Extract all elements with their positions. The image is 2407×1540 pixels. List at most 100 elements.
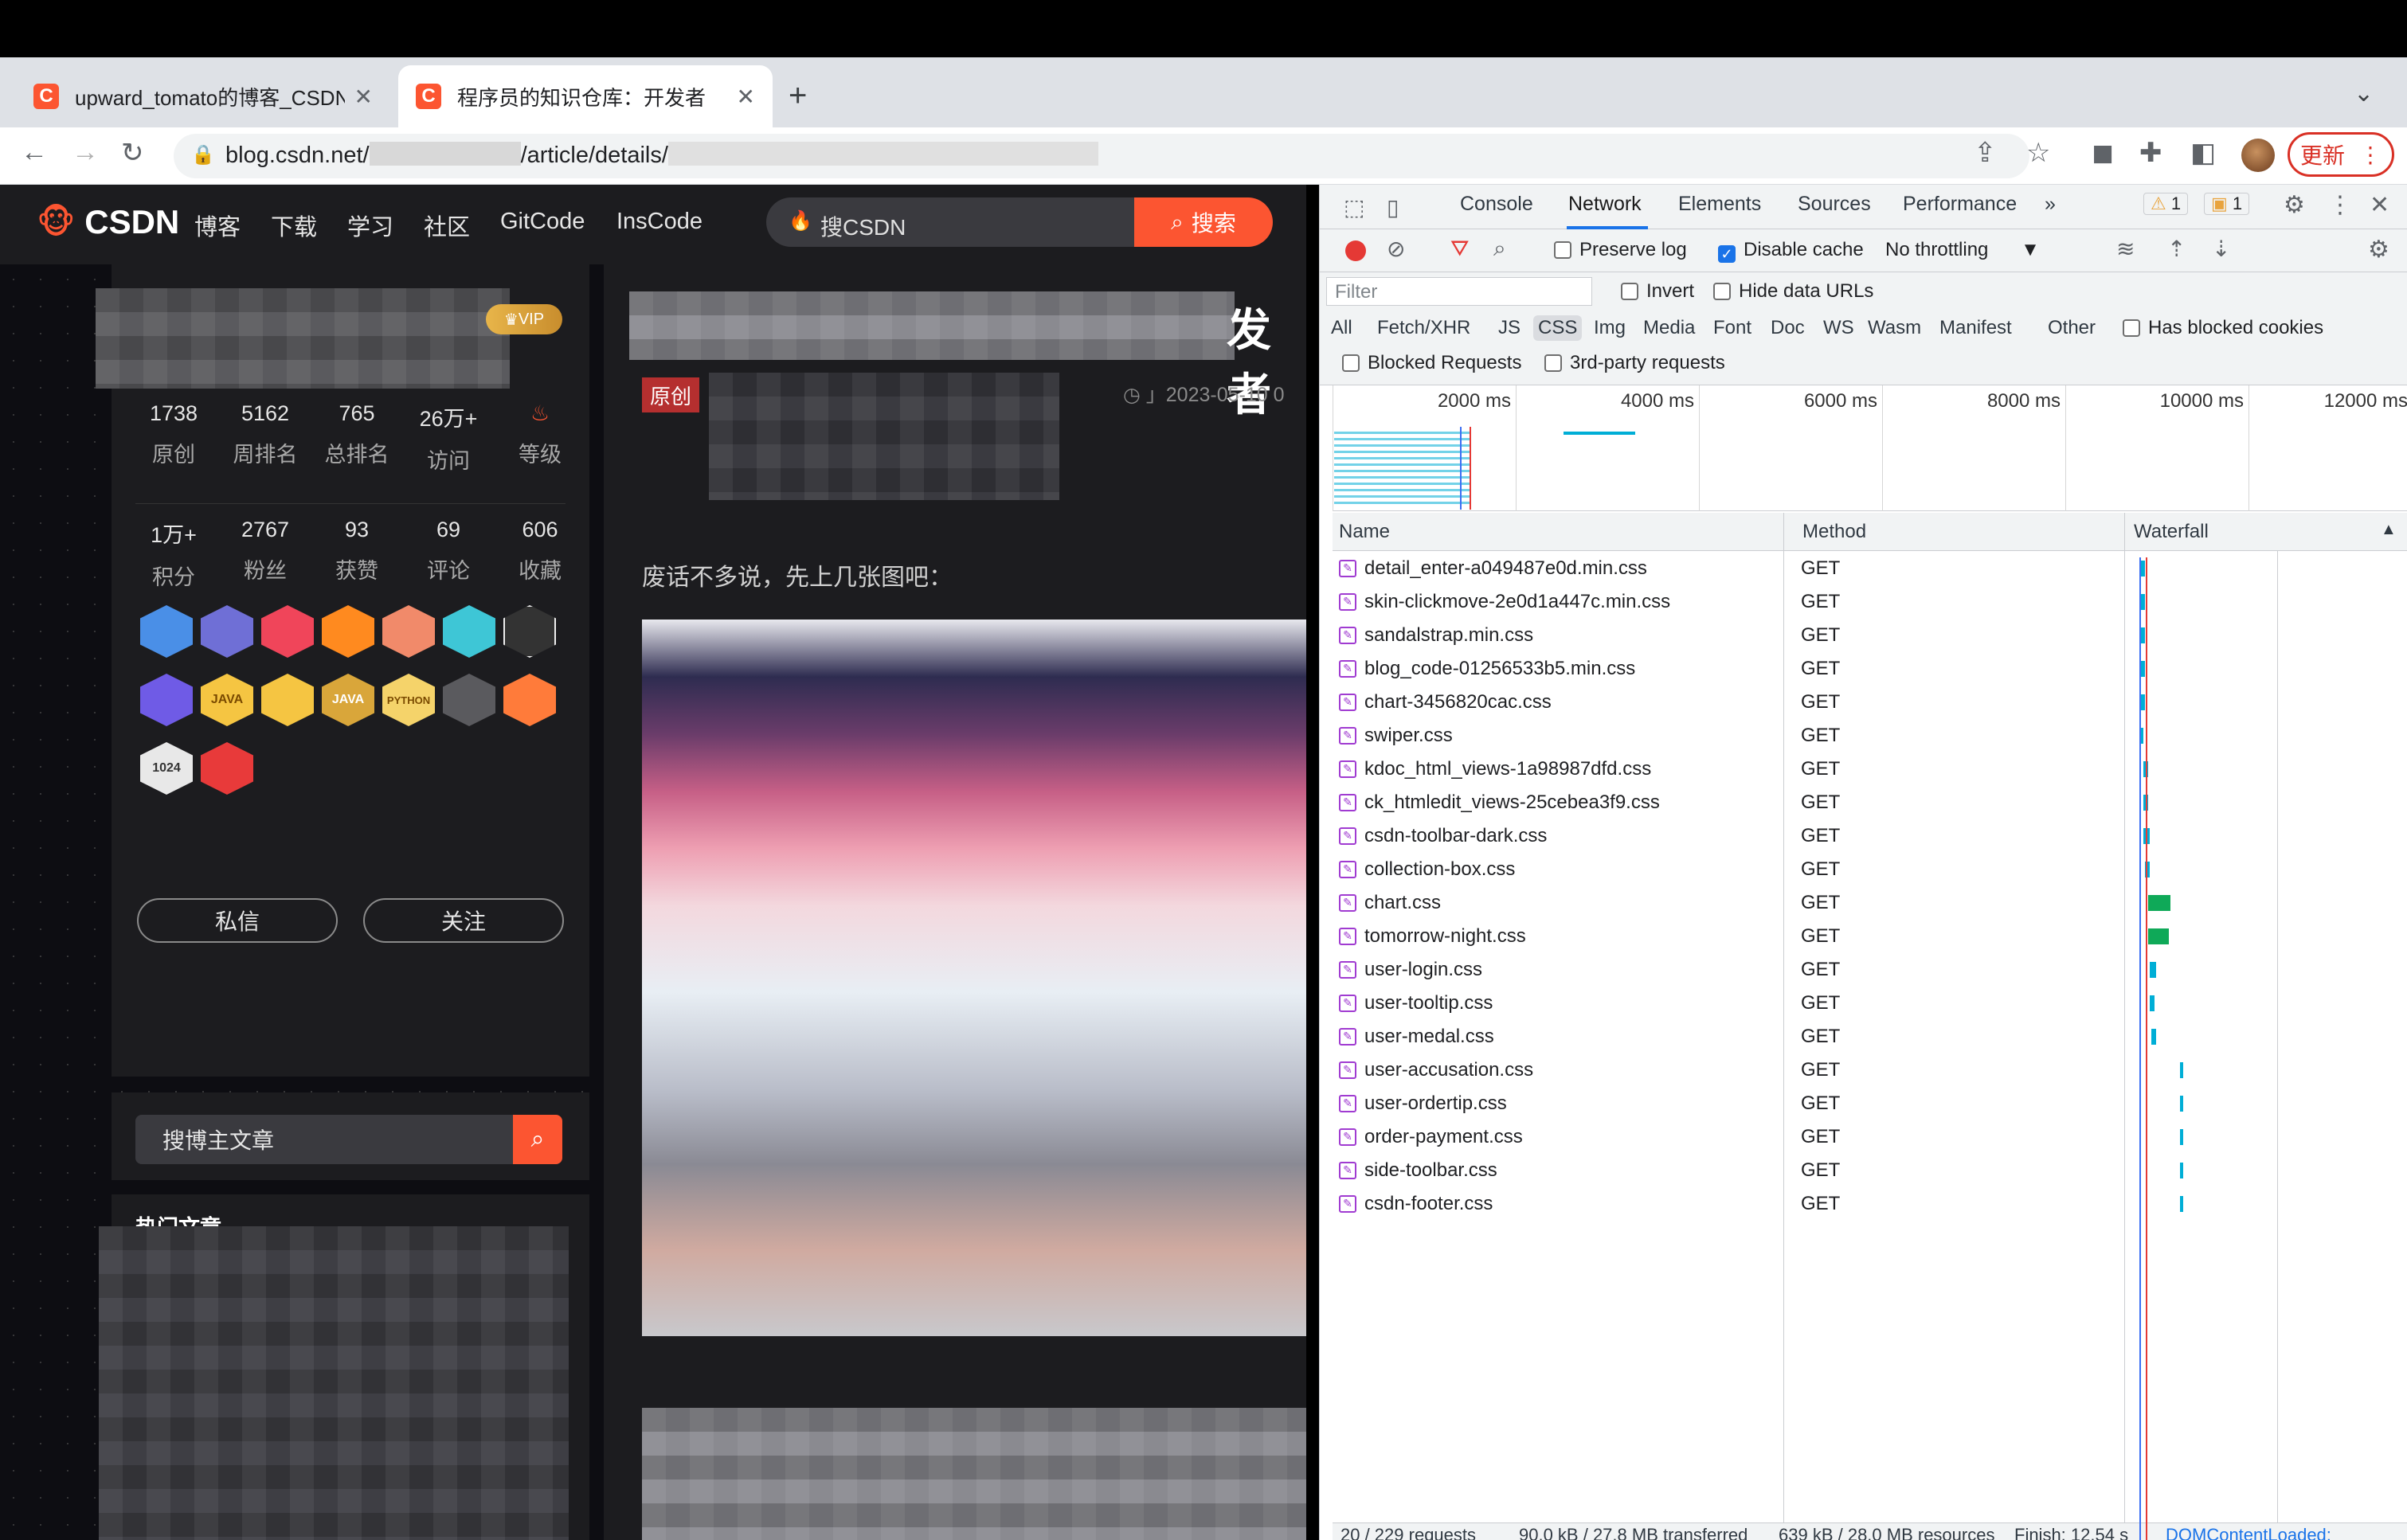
extensions-puzzle-icon[interactable]: ✚ [2139,137,2162,169]
request-row[interactable]: ✎ chart-3456820cac.css GET [1333,685,2407,718]
lock-icon[interactable]: 🔒 [191,143,215,166]
nav-link-inscode[interactable]: InsCode [616,209,703,235]
nav-link-blog[interactable]: 博客 [194,209,241,242]
java-badge-icon[interactable]: JAVA [322,674,374,726]
tab-search-chevron-icon[interactable]: ⌄ [2354,80,2374,107]
export-har-icon[interactable]: ⇣ [2212,236,2230,262]
request-row[interactable]: ✎ user-login.css GET [1333,952,2407,986]
request-row[interactable]: ✎ chart.css GET [1333,885,2407,919]
message-button[interactable]: 私信 [137,898,338,943]
type-filter-manifest[interactable]: Manifest [1935,315,2017,341]
issues-counter[interactable]: ▣ 1 [2204,193,2250,215]
more-tabs-icon[interactable]: » [2045,193,2056,216]
filter-input[interactable]: Filter [1326,277,1592,306]
request-row[interactable]: ✎ order-payment.css GET [1333,1120,2407,1153]
device-toolbar-icon[interactable]: ▯ [1387,194,1399,221]
medal-badge-icon[interactable] [443,674,495,726]
nav-link-community[interactable]: 社区 [424,209,470,242]
hide-data-urls-checkbox[interactable]: Hide data URLs [1713,280,1873,303]
request-row[interactable]: ✎ user-tooltip.css GET [1333,986,2407,1019]
tab-performance[interactable]: Performance [1903,193,2017,216]
request-row[interactable]: ✎ side-toolbar.css GET [1333,1153,2407,1186]
medal-badge-icon[interactable] [140,674,193,726]
stat-fans[interactable]: 2767 粉丝 [225,518,305,591]
request-row[interactable]: ✎ user-accusation.css GET [1333,1053,2407,1086]
type-filter-font[interactable]: Font [1708,315,1756,341]
import-har-icon[interactable]: ⇡ [2167,236,2186,262]
request-row[interactable]: ✎ sandalstrap.min.css GET [1333,618,2407,651]
blog-search-icon[interactable]: ⌕ [513,1115,562,1164]
request-row[interactable]: ✎ csdn-footer.css GET [1333,1186,2407,1220]
stat-level[interactable]: ♨ 等级 [500,401,580,475]
tab-csdn-blog[interactable]: C upward_tomato的博客_CSDN博 ✕ [16,65,390,127]
column-name-header[interactable]: Name [1339,521,1390,543]
close-tab-icon[interactable]: ✕ [354,84,373,110]
sort-ascending-icon[interactable]: ▲ [2381,521,2397,539]
third-party-checkbox[interactable]: 3rd-party requests [1544,352,1725,374]
close-tab-icon[interactable]: ✕ [737,84,755,110]
preserve-log-checkbox[interactable]: Preserve log [1554,239,1687,261]
python-badge-icon[interactable]: PYTHON [382,674,435,726]
stat-weekly-rank[interactable]: 5162 周排名 [225,401,305,475]
medal-badge-icon[interactable] [201,605,253,658]
nav-link-gitcode[interactable]: GitCode [500,209,585,235]
reload-icon[interactable]: ↻ [121,137,144,169]
disable-cache-checkbox[interactable]: ✓ Disable cache [1718,239,1864,263]
request-row[interactable]: ✎ user-medal.css GET [1333,1019,2407,1053]
type-filter-wasm[interactable]: Wasm [1863,315,1926,341]
request-row[interactable]: ✎ tomorrow-night.css GET [1333,919,2407,952]
request-row[interactable]: ✎ detail_enter-a049487e0d.min.css GET [1333,551,2407,584]
blog-search-input[interactable]: 搜博主文章 [135,1115,516,1164]
forward-arrow-icon[interactable]: → [72,137,99,168]
type-filter-media[interactable]: Media [1638,315,1700,341]
medal-badge-icon[interactable] [140,605,193,658]
request-row[interactable]: ✎ blog_code-01256533b5.min.css GET [1333,651,2407,685]
medal-badge-icon[interactable] [503,674,556,726]
tab-article[interactable]: C 程序员的知识仓库：开发者 ✕ [398,65,773,127]
stat-visits[interactable]: 26万+ 访问 [409,401,488,475]
medal-badge-icon[interactable] [201,742,253,795]
update-button[interactable]: 更新 ⋮ [2288,132,2394,177]
request-row[interactable]: ✎ ck_htmledit_views-25cebea3f9.css GET [1333,785,2407,819]
follow-button[interactable]: 关注 [363,898,564,943]
stat-likes[interactable]: 93 获赞 [317,518,397,591]
nav-link-download[interactable]: 下载 [271,209,317,242]
network-conditions-icon[interactable]: ≋ [2116,236,2135,262]
request-row[interactable]: ✎ swiper.css GET [1333,718,2407,752]
tab-console[interactable]: Console [1460,193,1533,216]
request-row[interactable]: ✎ user-ordertip.css GET [1333,1086,2407,1120]
type-filter-ws[interactable]: WS [1818,315,1859,341]
1024-badge-icon[interactable]: 1024 [140,742,193,795]
inspect-element-icon[interactable]: ⬚ [1344,194,1364,221]
type-filter-other[interactable]: Other [2043,315,2100,341]
network-settings-gear-icon[interactable]: ⚙ [2368,236,2389,264]
stat-comments[interactable]: 69 评论 [409,518,488,591]
tab-elements[interactable]: Elements [1678,193,1761,216]
type-filter-js[interactable]: JS [1493,315,1525,341]
request-row[interactable]: ✎ collection-box.css GET [1333,852,2407,885]
clear-icon[interactable]: ⊘ [1387,236,1405,262]
search-icon[interactable]: ⌕ [1493,236,1506,262]
nav-link-learn[interactable]: 学习 [347,209,393,242]
type-filter-doc[interactable]: Doc [1766,315,1810,341]
blocked-requests-checkbox[interactable]: Blocked Requests [1342,352,1521,374]
tab-sources[interactable]: Sources [1798,193,1871,216]
blocked-cookies-checkbox[interactable]: Has blocked cookies [2123,317,2323,339]
filter-icon[interactable]: ⛛ [1450,236,1470,262]
type-filter-css[interactable]: CSS [1533,315,1583,341]
new-tab-icon[interactable]: + [789,78,807,114]
tab-network[interactable]: Network [1568,193,1642,216]
stat-original[interactable]: 1738 原创 [134,401,213,475]
side-panel-icon[interactable]: ◧ [2190,137,2216,169]
medal-badge-icon[interactable] [443,605,495,658]
csdn-logo[interactable]: 🐵 CSDN [37,202,179,241]
record-icon[interactable] [1345,240,1366,261]
request-row[interactable]: ✎ csdn-toolbar-dark.css GET [1333,819,2407,852]
csdn-search-button[interactable]: ⌕ 搜索 [1134,197,1273,247]
java-badge-icon[interactable]: JAVA [201,674,253,726]
stat-favorites[interactable]: 606 收藏 [500,518,580,591]
devtools-menu-icon[interactable]: ⋮ [2328,191,2352,219]
stat-points[interactable]: 1万+ 积分 [134,518,213,591]
warnings-counter[interactable]: ⚠ 1 [2143,193,2189,215]
profile-avatar[interactable] [2241,139,2275,172]
